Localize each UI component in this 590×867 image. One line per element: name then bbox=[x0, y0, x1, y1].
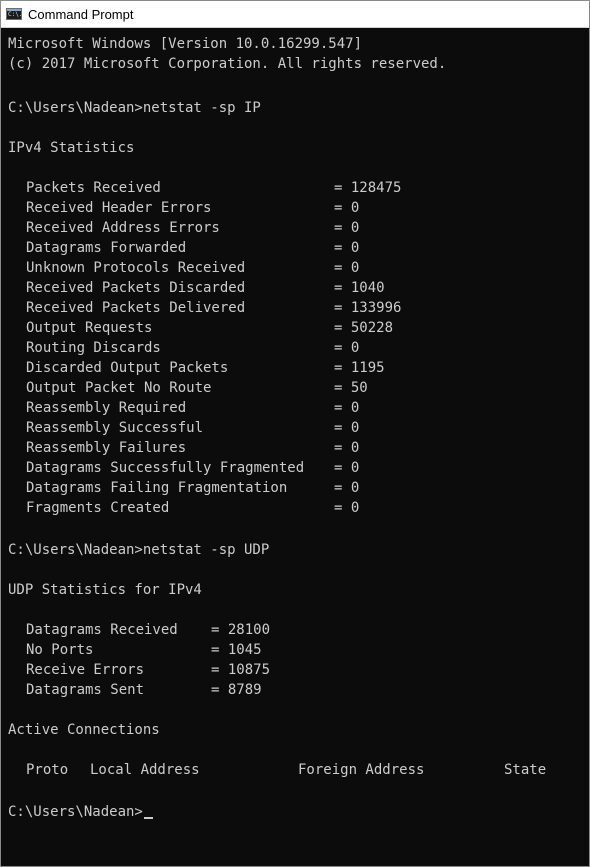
title-bar[interactable]: C:\. Command Prompt bbox=[1, 1, 589, 28]
command-netstat-ip: C:\Users\Nadean>netstat -sp IP bbox=[8, 100, 261, 116]
stat-label: Datagrams Sent bbox=[26, 682, 145, 698]
column-foreign-address: Foreign Address bbox=[298, 762, 425, 778]
stat-label: Discarded Output Packets bbox=[26, 360, 229, 376]
active-connections-heading: Active Connections bbox=[8, 722, 160, 738]
stat-value: = 1040 bbox=[334, 280, 385, 296]
stat-label: Receive Errors bbox=[26, 662, 145, 678]
stat-value: = 0 bbox=[334, 480, 360, 496]
copyright-line: (c) 2017 Microsoft Corporation. All righ… bbox=[8, 56, 447, 72]
stat-label: Reassembly Failures bbox=[26, 440, 187, 456]
text-cursor bbox=[143, 817, 153, 819]
stat-value: = 133996 bbox=[334, 300, 402, 316]
stat-value: = 0 bbox=[334, 400, 360, 416]
stat-value: = 0 bbox=[334, 220, 360, 236]
stat-value: = 50228 bbox=[334, 320, 394, 336]
stat-label: Reassembly Successful bbox=[26, 420, 204, 436]
stat-label: Routing Discards bbox=[26, 340, 161, 356]
stat-value: = 0 bbox=[334, 200, 360, 216]
version-line: Microsoft Windows [Version 10.0.16299.54… bbox=[8, 36, 363, 52]
stat-value: = 10875 bbox=[211, 662, 271, 678]
stat-value: = 0 bbox=[334, 260, 360, 276]
stat-label: Unknown Protocols Received bbox=[26, 260, 246, 276]
cmd-icon: C:\. bbox=[6, 8, 22, 20]
column-proto: Proto bbox=[26, 762, 69, 778]
command-netstat-udp: C:\Users\Nadean>netstat -sp UDP bbox=[8, 542, 270, 558]
window-title: Command Prompt bbox=[28, 6, 134, 22]
stat-label: Reassembly Required bbox=[26, 400, 187, 416]
column-local-address: Local Address bbox=[90, 762, 200, 778]
stat-label: Received Packets Discarded bbox=[26, 280, 246, 296]
stat-label: Output Requests bbox=[26, 320, 153, 336]
stat-label: No Ports bbox=[26, 642, 94, 658]
udp-heading: UDP Statistics for IPv4 bbox=[8, 582, 202, 598]
stat-label: Datagrams Successfully Fragmented bbox=[26, 460, 305, 476]
stat-value: = 1045 bbox=[211, 642, 262, 658]
stat-label: Datagrams Forwarded bbox=[26, 240, 187, 256]
stat-label: Datagrams Failing Fragmentation bbox=[26, 480, 288, 496]
stat-label: Received Address Errors bbox=[26, 220, 220, 236]
prompt-text: C:\Users\Nadean> bbox=[8, 804, 143, 820]
cmd-icon-text: C:\. bbox=[8, 11, 23, 18]
command-prompt-window: C:\. Command Prompt Microsoft Windows [V… bbox=[0, 0, 590, 867]
stat-value: = 0 bbox=[334, 500, 360, 516]
column-state: State bbox=[504, 762, 547, 778]
stat-value: = 8789 bbox=[211, 682, 262, 698]
stat-label: Datagrams Received bbox=[26, 622, 178, 638]
stat-label: Packets Received bbox=[26, 180, 161, 196]
stat-label: Received Header Errors bbox=[26, 200, 212, 216]
stat-value: = 0 bbox=[334, 440, 360, 456]
stat-value: = 128475 bbox=[334, 180, 402, 196]
stat-value: = 0 bbox=[334, 340, 360, 356]
console-output[interactable]: Microsoft Windows [Version 10.0.16299.54… bbox=[1, 34, 589, 864]
stat-label: Fragments Created bbox=[26, 500, 170, 516]
stat-value: = 0 bbox=[334, 240, 360, 256]
stat-value: = 0 bbox=[334, 420, 360, 436]
stat-label: Output Packet No Route bbox=[26, 380, 212, 396]
stat-value: = 50 bbox=[334, 380, 368, 396]
stat-value: = 28100 bbox=[211, 622, 271, 638]
command-prompt-line[interactable]: C:\Users\Nadean> bbox=[8, 802, 153, 822]
stat-value: = 0 bbox=[334, 460, 360, 476]
stat-value: = 1195 bbox=[334, 360, 385, 376]
stat-label: Received Packets Delivered bbox=[26, 300, 246, 316]
ipv4-heading: IPv4 Statistics bbox=[8, 140, 135, 156]
